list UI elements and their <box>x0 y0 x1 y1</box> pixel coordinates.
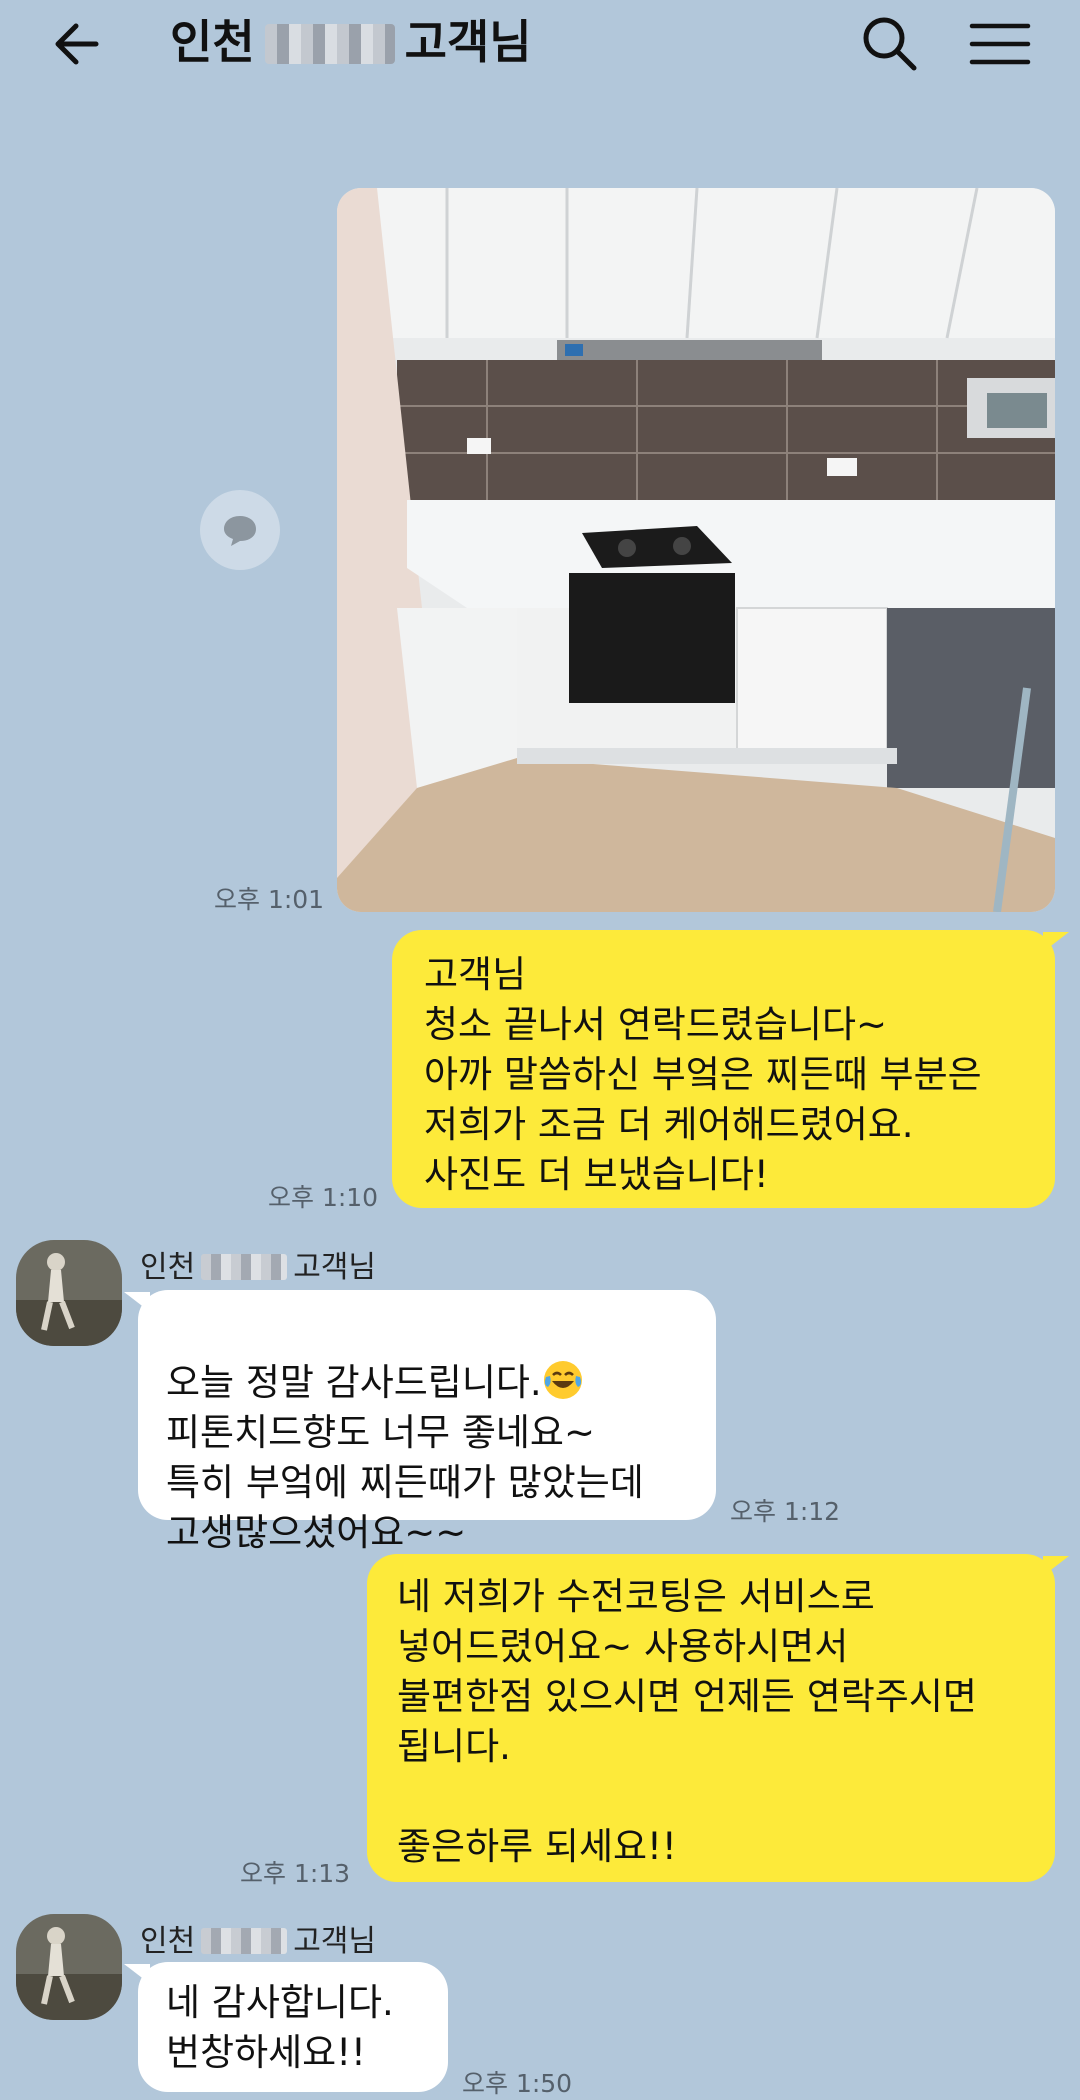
search-icon <box>863 17 917 71</box>
sender-name-suffix: 고객님 <box>293 1924 377 1959</box>
avatar-image <box>16 1914 122 2020</box>
outgoing-message-bubble[interactable]: 고객님 청소 끝나서 연락드렸습니다~ 아까 말씀하신 부엌은 찌든때 부분은 … <box>392 930 1069 1208</box>
laughing-tears-emoji-icon <box>543 1361 582 1399</box>
menu-button[interactable] <box>968 14 1032 74</box>
arrow-left-icon <box>55 23 99 65</box>
incoming-message-bubble[interactable]: 오늘 정말 감사드립니다. 피톤치드향도 너무 좋네요~ 특히 부엌에 찌든때가… <box>124 1290 716 1554</box>
sender-name: 인천 고객님 <box>140 1916 376 1960</box>
kitchen-image <box>337 188 1055 912</box>
sender-name-prefix: 인천 <box>140 1924 196 1959</box>
chat-title: 인천 고객님 <box>170 10 532 74</box>
sender-name: 인천 고객님 <box>140 1242 376 1286</box>
hamburger-menu-icon <box>969 23 1031 65</box>
redacted-name-blur <box>201 1928 288 1954</box>
contact-avatar[interactable] <box>16 1914 122 2020</box>
back-button[interactable] <box>52 14 112 74</box>
message-text-line1: 오늘 정말 감사드립니다. <box>166 1361 542 1404</box>
contact-avatar[interactable] <box>16 1240 122 1346</box>
timestamp: 오후 1:10 <box>268 1183 379 1212</box>
timestamp: 오후 1:50 <box>462 2069 573 2098</box>
redacted-name-blur <box>201 1254 288 1280</box>
kitchen-photo[interactable] <box>337 188 1055 912</box>
timestamp: 오후 1:12 <box>730 1497 841 1526</box>
chat-header: 인천 고객님 <box>0 0 1080 86</box>
timestamp: 오후 1:01 <box>214 885 325 914</box>
incoming-message-bubble[interactable]: 네 감사합니다. 번창하세요!! <box>124 1962 448 2092</box>
sender-name-suffix: 고객님 <box>293 1250 377 1285</box>
redacted-name-blur <box>264 24 395 64</box>
avatar-image <box>16 1240 122 1346</box>
speech-bubble-icon <box>224 516 256 546</box>
message-text-rest: 피톤치드향도 너무 좋네요~ 특히 부엌에 찌든때가 많았는데 고생많으셨어요~… <box>166 1411 644 1554</box>
sender-name-prefix: 인천 <box>140 1250 196 1285</box>
outgoing-message-bubble[interactable]: 네 저희가 수전코팅은 서비스로 넣어드렸어요~ 사용하시면서 불편한점 있으시… <box>367 1554 1069 1882</box>
share-comment-button[interactable] <box>200 490 280 570</box>
timestamp: 오후 1:13 <box>240 1859 351 1888</box>
chat-title-prefix: 인천 <box>170 15 255 69</box>
chat-title-suffix: 고객님 <box>404 15 532 69</box>
search-button[interactable] <box>858 12 922 76</box>
